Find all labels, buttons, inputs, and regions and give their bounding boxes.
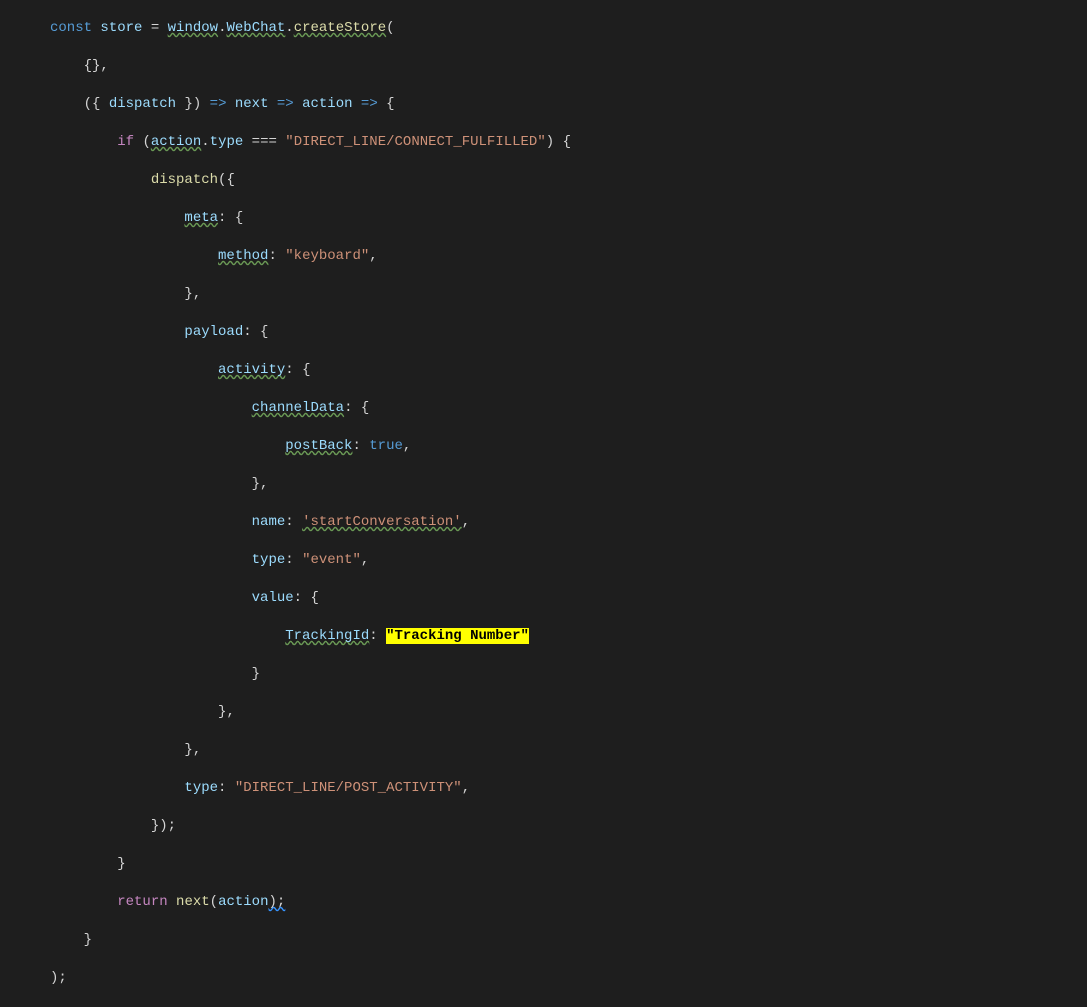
prop-activity: activity xyxy=(218,362,285,378)
code-line: value: { xyxy=(0,589,1087,608)
var-action: action xyxy=(151,134,201,150)
prop-channeldata: channelData xyxy=(252,400,344,416)
code-line: } xyxy=(0,855,1087,874)
string-keyboard: "keyboard" xyxy=(285,248,369,264)
code-editor[interactable]: const store = window.WebChat.createStore… xyxy=(0,0,1087,1007)
prop-trackingid: TrackingId xyxy=(285,628,369,644)
code-line: meta: { xyxy=(0,209,1087,228)
keyword-return: return xyxy=(117,894,167,910)
code-line: }, xyxy=(0,475,1087,494)
code-line: } xyxy=(0,665,1087,684)
prop-type: type xyxy=(252,552,286,568)
code-line: } xyxy=(0,931,1087,950)
param-next: next xyxy=(235,96,269,112)
prop-meta: meta xyxy=(184,210,218,226)
code-line: }, xyxy=(0,703,1087,722)
prop-type: type xyxy=(184,780,218,796)
code-line: ({ dispatch }) => next => action => { xyxy=(0,95,1087,114)
code-line: type: "DIRECT_LINE/POST_ACTIVITY", xyxy=(0,779,1087,798)
code-line: ); xyxy=(0,969,1087,988)
highlighted-tracking-number: "Tracking Number" xyxy=(386,628,529,644)
code-line: const store = window.WebChat.createStore… xyxy=(0,19,1087,38)
code-line: }, xyxy=(0,285,1087,304)
code-line: }); xyxy=(0,817,1087,836)
fn-dispatch: dispatch xyxy=(151,172,218,188)
code-line: method: "keyboard", xyxy=(0,247,1087,266)
param-action: action xyxy=(302,96,352,112)
var-store: store xyxy=(100,20,142,36)
code-line: }, xyxy=(0,741,1087,760)
code-line: dispatch({ xyxy=(0,171,1087,190)
code-line: postBack: true, xyxy=(0,437,1087,456)
var-window: window xyxy=(168,20,218,36)
code-line: if (action.type === "DIRECT_LINE/CONNECT… xyxy=(0,133,1087,152)
prop-postback: postBack xyxy=(285,438,352,454)
code-line: {}, xyxy=(0,57,1087,76)
code-line: name: 'startConversation', xyxy=(0,513,1087,532)
param-dispatch: dispatch xyxy=(109,96,176,112)
string-post-activity: "DIRECT_LINE/POST_ACTIVITY" xyxy=(235,780,462,796)
prop-value: value xyxy=(252,590,294,606)
keyword-if: if xyxy=(117,134,134,150)
string-connect-fulfilled: "DIRECT_LINE/CONNECT_FULFILLED" xyxy=(285,134,545,150)
code-line: payload: { xyxy=(0,323,1087,342)
prop-type: type xyxy=(210,134,244,150)
string-event: "event" xyxy=(302,552,361,568)
bool-true: true xyxy=(369,438,403,454)
code-line: return next(action); xyxy=(0,893,1087,912)
fn-createstore: createStore xyxy=(294,20,386,36)
code-line: type: "event", xyxy=(0,551,1087,570)
keyword-const: const xyxy=(50,20,92,36)
code-line: activity: { xyxy=(0,361,1087,380)
squiggle-marker: ); xyxy=(268,894,285,910)
prop-webchat: WebChat xyxy=(226,20,285,36)
prop-method: method xyxy=(218,248,268,264)
fn-next: next xyxy=(176,894,210,910)
code-line: channelData: { xyxy=(0,399,1087,418)
prop-payload: payload xyxy=(184,324,243,340)
var-action: action xyxy=(218,894,268,910)
code-line: TrackingId: "Tracking Number" xyxy=(0,627,1087,646)
